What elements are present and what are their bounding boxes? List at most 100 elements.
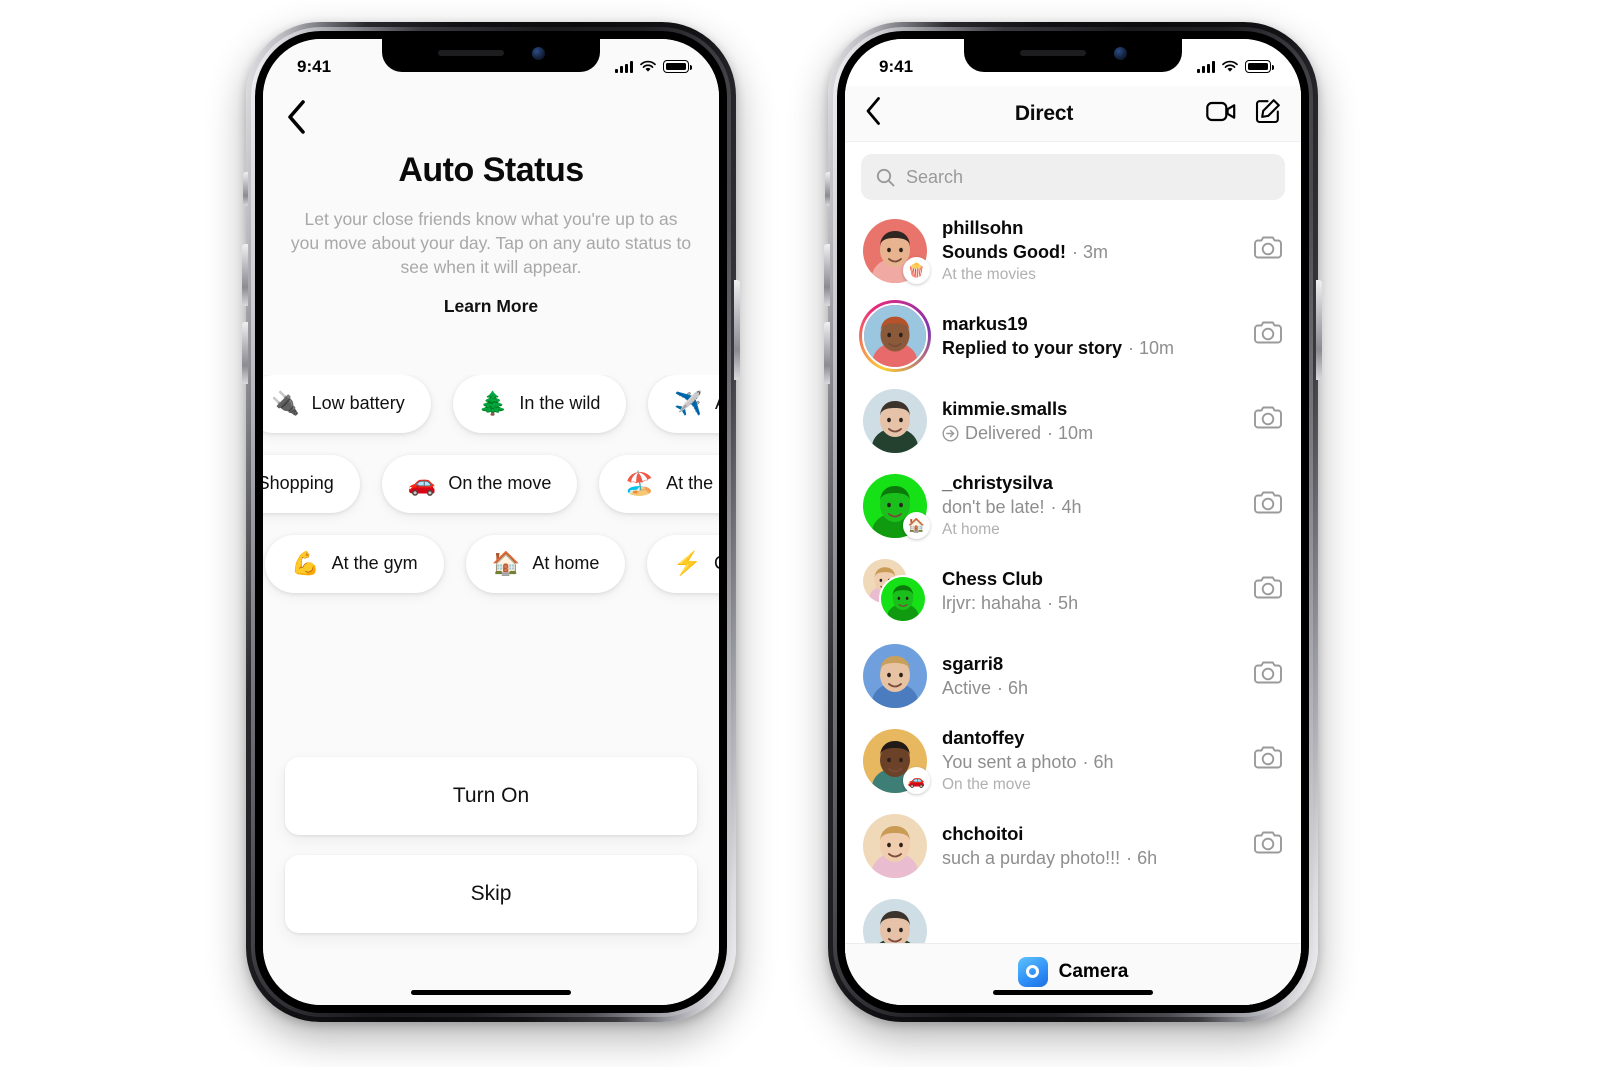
popcorn-emoji: 🍿 — [903, 256, 930, 284]
conversation-name: sgarri8 — [942, 652, 1004, 674]
timestamp: · 6h — [1126, 847, 1158, 868]
home-indicator[interactable] — [411, 989, 571, 995]
timestamp: · 5h — [1047, 592, 1079, 613]
volume-up-button[interactable] — [242, 244, 248, 306]
preview-text: Active — [942, 677, 992, 698]
avatar[interactable] — [863, 813, 927, 878]
learn-more-link[interactable]: Learn More — [289, 296, 693, 317]
front-camera-icon — [1113, 46, 1127, 60]
status-chip-label: Low battery — [311, 393, 405, 414]
conversation-preview: You sent a photo · 6h — [942, 752, 1238, 773]
conversation-row[interactable]: Chess Club lrjvr: hahaha · 5h — [845, 548, 1301, 633]
page-description: Let your close friends know what you're … — [290, 209, 692, 277]
avatar[interactable] — [863, 898, 927, 943]
row-camera-button[interactable] — [1253, 745, 1283, 776]
preview-text: lrjvr: hahaha — [942, 592, 1042, 613]
status-chip-row: 🔌 Low battery 🌲 In the wild ✈️ At the airport — [263, 374, 719, 433]
turn-on-button[interactable]: Turn On — [285, 757, 697, 835]
direct-messages-screen: 9:41 Direct Search 🍿 phillsohn Sounds Go… — [845, 39, 1301, 1005]
status-chip-label: At the airport — [715, 393, 719, 414]
row-camera-button[interactable] — [1253, 235, 1283, 266]
evergreen-tree-emoji: 🌲 — [478, 390, 508, 417]
home-indicator[interactable] — [993, 989, 1153, 995]
skip-button[interactable]: Skip — [285, 855, 697, 933]
conversation-text: _christysilva don't be late! · 4h At home — [942, 472, 1238, 539]
status-chip[interactable]: ✈️ At the airport — [648, 374, 719, 433]
back-button[interactable] — [285, 99, 307, 140]
avatar[interactable]: 🏠 — [863, 473, 930, 539]
power-button[interactable] — [734, 280, 740, 380]
conversation-name: kimmie.smalls — [942, 397, 1068, 419]
conversation-preview: Active · 6h — [942, 678, 1238, 699]
conversation-row[interactable]: markus19 Replied to your story · 10m — [845, 293, 1301, 378]
preview-text: don't be late! — [942, 497, 1045, 517]
status-chip[interactable]: 🌲 In the wild — [452, 374, 627, 433]
back-button[interactable] — [865, 96, 882, 131]
search-icon — [876, 168, 895, 186]
conversation-preview: Delivered · 10m — [942, 423, 1238, 444]
mute-switch-button[interactable] — [825, 172, 830, 206]
conversation-row[interactable]: chchoitoi such a purday photo!!! · 6h — [845, 803, 1301, 888]
row-camera-button[interactable] — [1253, 660, 1283, 691]
conversation-row[interactable]: kimmie.smalls Delivered · 10m — [845, 378, 1301, 463]
video-camera-icon — [1206, 101, 1236, 121]
row-camera-button[interactable] — [1253, 490, 1283, 521]
conversation-list[interactable]: 🍿 phillsohn Sounds Good! · 3m At the movies m… — [845, 208, 1301, 943]
page-title: Auto Status — [398, 151, 584, 189]
status-chip[interactable]: 🔌 Low battery — [263, 374, 431, 433]
auto-status-screen: 9:41 Auto Status Let your close friends … — [263, 39, 719, 1005]
conversation-preview: Replied to your story · 10m — [942, 338, 1238, 359]
avatar[interactable] — [863, 388, 927, 453]
volume-down-button[interactable] — [242, 322, 248, 384]
status-chip[interactable]: 🛍️Shopping — [263, 454, 360, 513]
wifi-icon — [640, 60, 656, 72]
search-input[interactable]: Search — [861, 154, 1285, 200]
chevron-left-icon — [288, 100, 305, 134]
conversation-row[interactable]: 🍿 phillsohn Sounds Good! · 3m At the movies — [845, 208, 1301, 293]
camera-footer-bar[interactable]: Camera — [845, 943, 1301, 1005]
timestamp: · 10m — [1047, 422, 1094, 443]
battery-full-icon — [1245, 60, 1274, 73]
conversation-row[interactable] — [845, 888, 1301, 943]
conversation-row[interactable]: 🏠 _christysilva don't be late! · 4h At home — [845, 463, 1301, 548]
screen-right: 9:41 Direct Search 🍿 phillsohn Sounds Go… — [845, 39, 1301, 1005]
row-camera-button[interactable] — [1253, 320, 1283, 351]
mute-switch-button[interactable] — [243, 172, 248, 206]
avatar[interactable] — [863, 558, 927, 623]
notch — [382, 39, 600, 72]
status-chip-row: 🛍️Shopping 🚗 On the move 🏖️ At the beach — [263, 454, 719, 513]
camera-label: Camera — [1058, 960, 1129, 982]
conversation-preview: don't be late! · 4h — [942, 497, 1238, 518]
conversation-row[interactable]: sgarri8 Active · 6h — [845, 633, 1301, 718]
conversation-preview: lrjvr: hahaha · 5h — [942, 593, 1238, 614]
status-chip[interactable]: 🏖️ At the beach — [599, 454, 719, 513]
earpiece-speaker — [1019, 50, 1086, 56]
house-emoji: 🏠 — [903, 511, 930, 539]
conversation-name: phillsohn — [942, 217, 1024, 238]
status-chip[interactable]: 💪 At the gym — [265, 534, 444, 593]
row-camera-button[interactable] — [1253, 830, 1283, 861]
volume-up-button[interactable] — [824, 244, 830, 306]
row-camera-button[interactable] — [1253, 405, 1283, 436]
volume-down-button[interactable] — [824, 322, 830, 384]
avatar[interactable]: 🚗 — [863, 728, 930, 794]
signal-bars-icon — [615, 61, 633, 73]
story-ring[interactable] — [859, 299, 931, 372]
video-call-button[interactable] — [1206, 100, 1236, 128]
preview-text: Delivered — [965, 422, 1042, 443]
conversation-text: kimmie.smalls Delivered · 10m — [942, 398, 1238, 444]
status-chip[interactable]: 🚗 On the move — [381, 454, 578, 513]
conversation-row[interactable]: 🚗 dantoffey You sent a photo · 6h On the mov… — [845, 718, 1301, 803]
timestamp: · 6h — [997, 677, 1029, 698]
avatar — [879, 574, 927, 623]
row-camera-button[interactable] — [1253, 575, 1283, 606]
compose-message-button[interactable] — [1254, 98, 1281, 130]
power-button[interactable] — [1316, 280, 1322, 380]
avatar[interactable] — [863, 643, 927, 708]
status-chip[interactable]: 🏠 At home — [465, 534, 626, 593]
auto-status-actions: Turn On Skip — [263, 757, 719, 1005]
avatar[interactable] — [859, 299, 931, 372]
status-chip-label: At the gym — [331, 553, 418, 574]
avatar[interactable]: 🍿 — [863, 218, 930, 284]
status-chip[interactable]: ⚡ Charging — [647, 534, 719, 593]
